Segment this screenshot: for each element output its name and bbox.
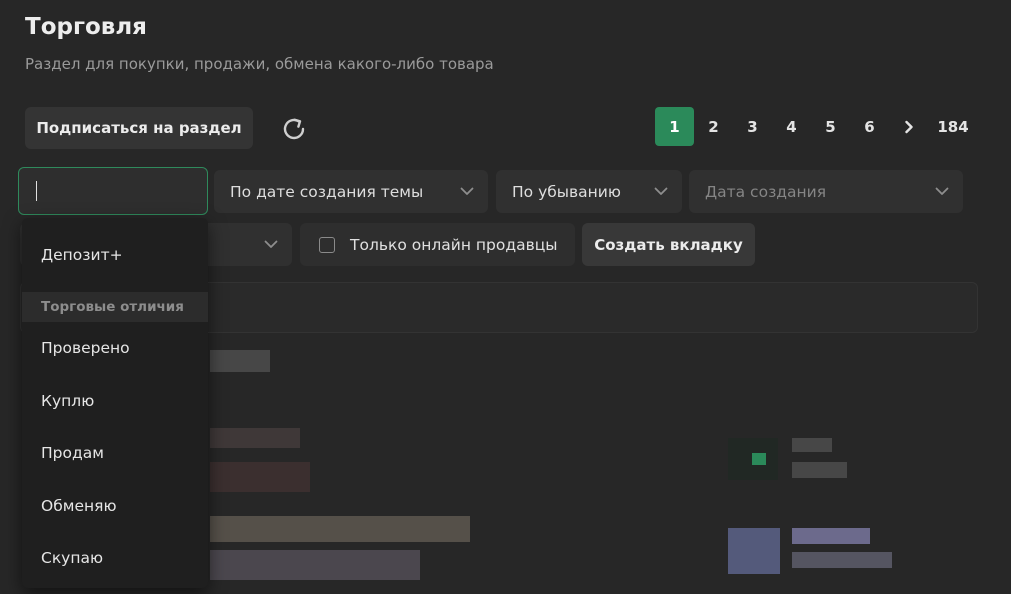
obscured-content [210,428,300,448]
dropdown-item-buyout[interactable]: Скупаю [22,532,208,585]
sort-select-value: По дате создания темы [230,182,424,201]
obscured-content [210,350,270,372]
chevron-down-icon [935,187,949,195]
refresh-button[interactable] [275,110,313,148]
chevron-down-icon [654,187,668,195]
text-caret [36,181,37,201]
page-2[interactable]: 2 [694,107,733,146]
pagination: 1 2 3 4 5 6 184 [655,107,976,146]
page-subtitle: Раздел для покупки, продажи, обмена како… [25,55,494,73]
date-select[interactable]: Дата создания [689,170,963,213]
obscured-content [210,550,420,580]
obscured-content [792,438,832,452]
chevron-right-icon [904,120,913,133]
dropdown-item-buy[interactable]: Куплю [22,375,208,428]
online-sellers-checkbox[interactable] [319,236,335,253]
dropdown-item-verified[interactable]: Проверено [22,322,208,375]
tag-dropdown: Депозит+ Торговые отличия Проверено Купл… [22,218,208,588]
chevron-down-icon [264,240,278,248]
page-6[interactable]: 6 [850,107,889,146]
page-3[interactable]: 3 [733,107,772,146]
page-4[interactable]: 4 [772,107,811,146]
obscured-content [792,552,892,568]
page-5[interactable]: 5 [811,107,850,146]
obscured-content [210,516,470,542]
obscured-content [792,528,870,544]
online-indicator [752,453,766,465]
subscribe-button[interactable]: Подписаться на раздел [25,107,253,149]
obscured-content [210,462,310,492]
chevron-down-icon [460,187,474,195]
page-last[interactable]: 184 [930,107,976,146]
create-tab-button[interactable]: Создать вкладку [582,223,755,266]
online-sellers-label: Только онлайн продавцы [350,235,558,254]
dropdown-group-header: Торговые отличия [22,292,208,322]
dropdown-item-sell[interactable]: Продам [22,427,208,480]
next-page-button[interactable] [889,107,928,146]
page-title: Торговля [25,14,147,40]
sort-select[interactable]: По дате создания темы [214,170,488,213]
obscured-avatar [728,528,780,574]
date-select-placeholder: Дата создания [705,182,827,201]
refresh-icon [283,118,305,140]
obscured-content [792,462,847,478]
order-select-value: По убыванию [512,182,621,201]
dropdown-item-deposit[interactable]: Депозит+ [22,218,208,292]
page-1[interactable]: 1 [655,107,694,146]
order-select[interactable]: По убыванию [496,170,682,213]
online-sellers-toggle[interactable]: Только онлайн продавцы [300,223,575,266]
dropdown-item-exchange[interactable]: Обменяю [22,480,208,533]
search-input[interactable] [18,167,208,215]
